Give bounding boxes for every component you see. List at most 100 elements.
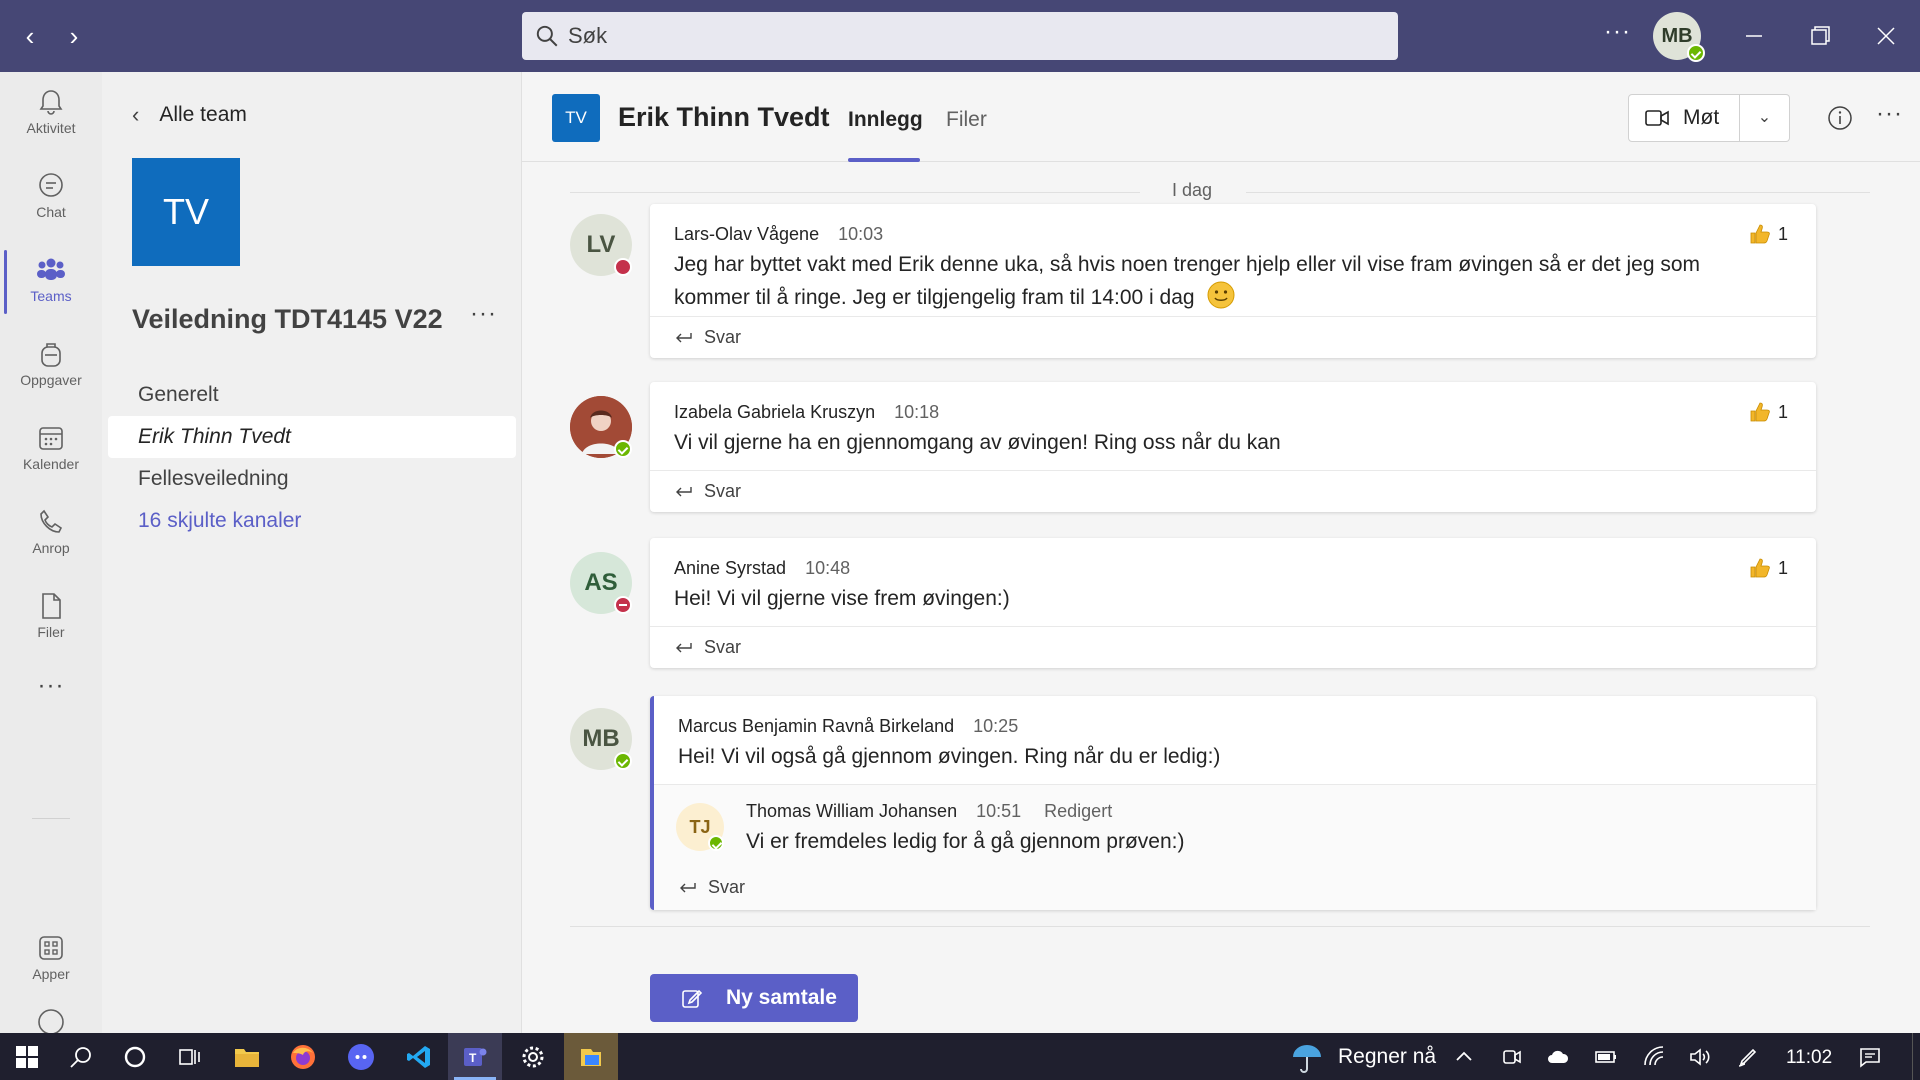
firefox-icon[interactable] [276,1033,330,1080]
thumbs-up-icon [1750,224,1770,244]
rail-item-help[interactable] [0,1002,102,1033]
onedrive-cloud-icon[interactable] [1546,1045,1570,1069]
task-view-icon[interactable] [162,1033,216,1080]
cortana-icon[interactable] [108,1033,162,1080]
search-input[interactable] [568,23,1268,49]
rail-item-files[interactable]: Filer [0,576,102,660]
new-conversation-button[interactable]: Ny samtale [650,974,858,1022]
close-icon[interactable] [1868,18,1904,54]
clock-text[interactable]: 11:02 [1786,1047,1832,1069]
meet-button[interactable]: Møt [1628,94,1740,142]
rail-item-apps[interactable]: Apper [0,918,102,1002]
settings-gear-icon[interactable] [506,1033,560,1080]
rail-label: Apper [32,966,70,982]
message-body: Hei! Vi vil gjerne vise frem øvingen:) [674,584,1714,614]
avatar[interactable]: MB [570,708,632,770]
avatar-initials: LV [586,231,616,258]
rail-item-chat[interactable]: Chat [0,156,102,240]
channel-erik-thinn-tvedt[interactable]: Erik Thinn Tvedt [108,416,516,458]
reply-label: Svar [708,877,746,897]
info-icon[interactable] [1826,104,1854,132]
message-author[interactable]: Thomas William Johansen [746,801,957,821]
show-desktop-edge[interactable] [1912,1033,1913,1080]
message-time: 10:51 [976,801,1022,821]
message-author[interactable]: Anine Syrstad [674,558,786,578]
os-taskbar: T Regner nå 11:02 [0,1033,1920,1080]
team-name: Veiledning TDT4145 V22 [132,304,443,334]
message-text: Vi er fremdeles ledig for å gå gjennom p… [746,830,1185,853]
forward-arrow-icon[interactable]: › [60,22,88,50]
reaction-like[interactable]: 1 [1748,400,1788,424]
reaction-like[interactable]: 1 [1748,222,1788,246]
rail-item-calendar[interactable]: Kalender [0,408,102,492]
tab-posts[interactable]: Innlegg [848,108,923,132]
new-conversation-label: Ny samtale [726,986,837,1009]
reply-button[interactable]: Svar [650,316,1816,358]
meet-dropdown-chevron-icon[interactable]: ⌄ [1740,94,1790,142]
channel-header: TV Erik Thinn Tvedt Innlegg Filer Møt ⌄ … [522,72,1920,162]
windows-start-icon[interactable] [0,1033,54,1080]
rail-item-activity[interactable]: Aktivitet [0,72,102,156]
search-box[interactable] [522,12,1398,60]
meet-label: Møt [1683,106,1720,129]
all-teams-back-link[interactable]: ‹ Alle team [132,102,247,128]
rail-item-teams[interactable]: Teams [0,240,102,324]
team-more-options-icon[interactable]: ··· [470,300,497,328]
settings-more-icon[interactable]: ··· [1604,18,1631,46]
rail-label: Teams [30,288,72,304]
pen-ink-icon[interactable] [1736,1045,1760,1069]
snip-tool-icon[interactable] [564,1033,618,1080]
smiley-emoji-icon [1207,281,1235,309]
back-arrow-icon[interactable]: ‹ [16,22,44,50]
avatar[interactable] [570,396,632,458]
message-text: Hei! Vi vil gjerne vise frem øvingen:) [674,587,1010,610]
weather-text[interactable]: Regner nå [1338,1045,1436,1069]
discord-icon[interactable] [334,1033,388,1080]
channel-generelt[interactable]: Generelt [108,374,516,416]
message-time: 10:25 [973,716,1019,736]
channel-title: Erik Thinn Tvedt [618,102,830,132]
file-explorer-icon[interactable] [220,1033,274,1080]
minimize-icon[interactable] [1736,18,1772,54]
rail-label: Filer [37,624,65,640]
battery-icon[interactable] [1594,1045,1618,1069]
chevron-up-icon[interactable] [1452,1045,1476,1069]
rail-divider [32,818,70,819]
channel-fellesveiledning[interactable]: Fellesveiledning [108,458,516,500]
tab-files[interactable]: Filer [946,108,987,132]
rail-more-apps[interactable]: ··· [0,672,102,712]
reaction-count: 1 [1777,223,1788,244]
rail-item-assignments[interactable]: Oppgaver [0,324,102,408]
restore-icon[interactable] [1802,18,1838,54]
vscode-icon[interactable] [392,1033,446,1080]
message-author[interactable]: Izabela Gabriela Kruszyn [674,402,875,422]
profile-avatar[interactable]: MB [1653,12,1705,62]
notifications-icon[interactable] [1858,1045,1882,1069]
rain-umbrella-icon[interactable] [1290,1041,1324,1075]
reply-label: Svar [704,481,742,501]
reply-button[interactable]: Svar [650,626,1816,668]
meet-now-icon[interactable] [1500,1045,1524,1069]
hidden-channels-link[interactable]: 16 skjulte kanaler [108,500,516,542]
rail-item-calls[interactable]: Anrop [0,492,102,576]
teams-icon [37,258,65,280]
message-author[interactable]: Marcus Benjamin Ravnå Birkeland [678,716,954,736]
volume-icon[interactable] [1688,1045,1712,1069]
message-body: Vi vil gjerne ha en gjennomgang av øving… [674,428,1714,458]
message-card: Marcus Benjamin Ravnå Birkeland 10:25 He… [650,696,1816,910]
wifi-icon[interactable] [1642,1045,1666,1069]
reply-button[interactable]: Svar [650,470,1816,512]
avatar[interactable]: TJ [676,803,724,851]
search-taskbar-icon[interactable] [54,1033,108,1080]
avatar-initials: MB [582,725,620,752]
apps-grid-icon [39,936,63,960]
avatar[interactable]: AS [570,552,632,614]
reply-button[interactable]: Svar [654,867,1816,909]
teams-taskbar-icon[interactable]: T [448,1033,502,1080]
rail-label: Chat [36,204,66,220]
reaction-like[interactable]: 1 [1748,556,1788,580]
channel-more-options-icon[interactable]: ··· [1876,100,1903,128]
avatar[interactable]: LV [570,214,632,276]
message-header: Anine Syrstad 10:48 [674,558,850,579]
message-author[interactable]: Lars-Olav Vågene [674,224,819,244]
